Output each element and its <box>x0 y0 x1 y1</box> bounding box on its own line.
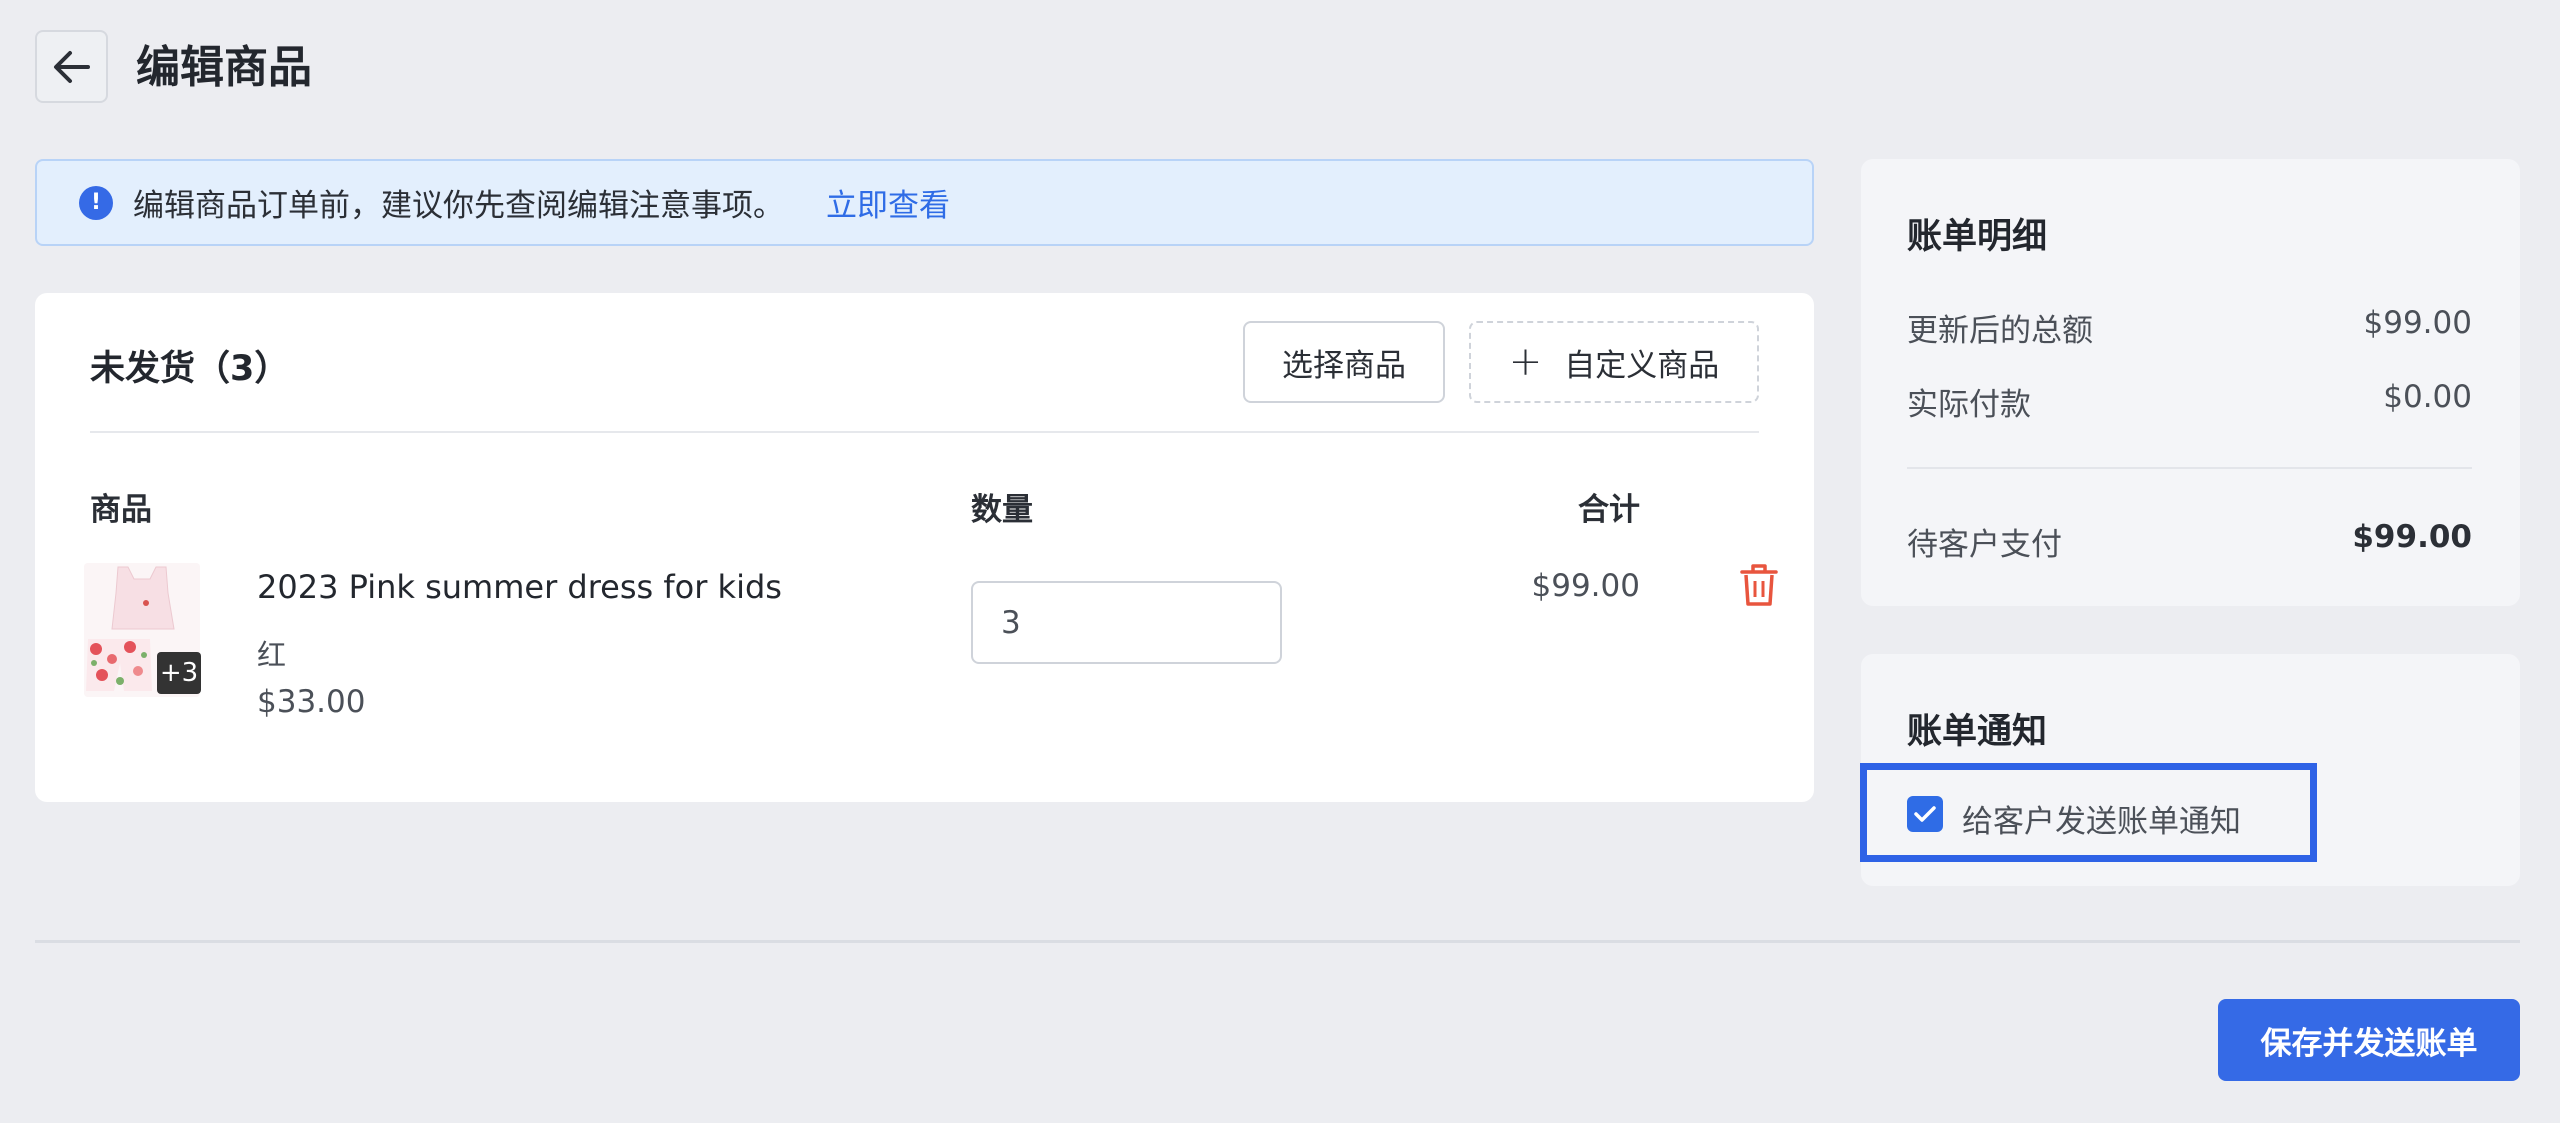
alert-text: 编辑商品订单前，建议你先查阅编辑注意事项。 <box>133 188 784 224</box>
column-header-total: 合计 <box>1578 492 1640 528</box>
info-icon: ! <box>79 185 113 220</box>
alert-link[interactable]: 立即查看 <box>826 180 950 225</box>
send-notification-label[interactable]: 给客户发送账单通知 <box>1962 796 2241 841</box>
custom-product-label: 自定义商品 <box>1564 347 1720 384</box>
updated-total-label: 更新后的总额 <box>1907 313 2093 349</box>
actual-payment-label: 实际付款 <box>1907 387 2031 423</box>
amount-due-value: $99.00 <box>2352 519 2472 555</box>
column-header-quantity: 数量 <box>971 492 1033 528</box>
footer-divider <box>35 940 2520 943</box>
amount-due-label: 待客户支付 <box>1907 527 2062 563</box>
updated-total-value: $99.00 <box>2363 305 2472 341</box>
column-header-product: 商品 <box>90 492 152 528</box>
save-and-send-button[interactable]: 保存并发送账单 <box>2218 999 2520 1081</box>
plus-icon: + <box>1508 339 1543 385</box>
bill-divider <box>1907 467 2472 469</box>
custom-product-button[interactable]: + 自定义商品 <box>1469 321 1759 403</box>
trash-icon <box>1740 564 1778 606</box>
arrow-left-icon <box>53 50 90 83</box>
select-products-button[interactable]: 选择商品 <box>1243 321 1445 403</box>
page-title: 编辑商品 <box>136 42 312 93</box>
info-alert: ! 编辑商品订单前，建议你先查阅编辑注意事项。 立即查看 <box>35 159 1814 246</box>
more-images-badge: +3 <box>157 652 201 694</box>
bill-notification-title: 账单通知 <box>1907 712 2048 752</box>
send-notification-checkbox[interactable] <box>1907 796 1943 832</box>
product-unit-price: $33.00 <box>257 684 366 720</box>
back-button[interactable] <box>35 30 108 103</box>
checkmark-icon <box>1914 806 1936 822</box>
bill-details-title: 账单明细 <box>1907 217 2048 257</box>
line-total: $99.00 <box>1531 568 1640 604</box>
quantity-input[interactable] <box>971 581 1282 664</box>
divider <box>90 431 1759 433</box>
actual-payment-value: $0.00 <box>2383 379 2472 415</box>
product-variant: 红 <box>257 638 287 672</box>
delete-item-button[interactable] <box>1740 563 1778 607</box>
section-title-unshipped: 未发货（3） <box>90 349 290 389</box>
product-name: 2023 Pink summer dress for kids <box>257 568 782 606</box>
